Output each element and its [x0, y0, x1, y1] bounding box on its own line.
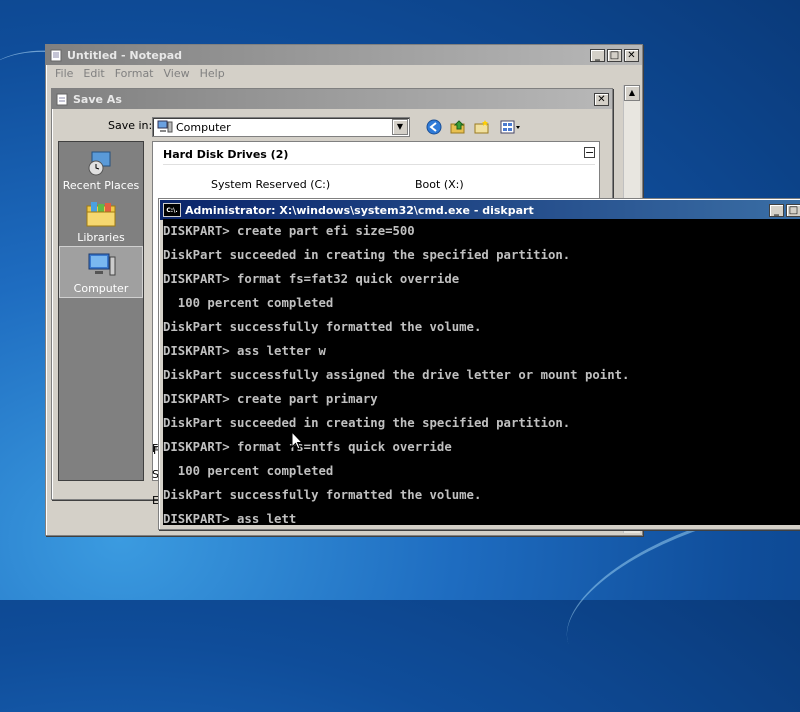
places-bar: Recent Places Libraries Computer — [58, 141, 144, 481]
maximize-button[interactable]: □ — [607, 48, 622, 62]
cmd-console[interactable]: DISKPART> create part efi size=500 DiskPa… — [163, 219, 800, 525]
new-folder-icon[interactable] — [472, 118, 492, 136]
place-label: Libraries — [77, 231, 125, 244]
console-line: 100 percent completed — [163, 296, 334, 310]
minimize-button[interactable]: _ — [769, 203, 784, 217]
notepad-titlebar[interactable]: Untitled - Notepad _ □ ✕ — [46, 45, 642, 65]
cmd-titlebar[interactable]: C:\. Administrator: X:\windows\system32\… — [160, 200, 800, 220]
console-output: DISKPART> create part efi size=500 DiskPa… — [163, 219, 800, 525]
console-line: DiskPart successfully assigned the drive… — [163, 368, 630, 382]
console-line: DISKPART> create part primary — [163, 392, 378, 406]
close-button[interactable]: ✕ — [594, 92, 609, 106]
save-as-icon — [55, 92, 69, 106]
place-label: Computer — [73, 282, 129, 295]
libraries-icon — [85, 200, 117, 231]
recent-places-icon — [86, 148, 116, 179]
minimize-button[interactable]: _ — [590, 48, 605, 62]
close-button[interactable]: ✕ — [624, 48, 639, 62]
console-line: DISKPART> ass letter w — [163, 344, 326, 358]
views-menu-icon[interactable] — [498, 118, 524, 136]
maximize-button[interactable]: □ — [786, 203, 800, 217]
back-icon[interactable] — [424, 118, 444, 136]
save-in-combo[interactable]: Computer ▼ — [152, 117, 410, 137]
console-line: DiskPart succeeded in creating the speci… — [163, 416, 571, 430]
place-recent-places[interactable]: Recent Places — [59, 142, 143, 194]
save-in-label: Save in: — [108, 119, 153, 132]
notepad-icon — [49, 48, 63, 62]
cmd-icon-text: C:\. — [166, 206, 178, 214]
console-line: DiskPart succeeded in creating the speci… — [163, 248, 571, 262]
computer-icon — [157, 120, 173, 134]
menu-view[interactable]: View — [159, 67, 195, 81]
scroll-up-arrow-icon[interactable]: ▲ — [624, 85, 640, 101]
cmd-window[interactable]: C:\. Administrator: X:\windows\system32\… — [158, 198, 800, 530]
console-line: DISKPART> format fs=ntfs quick override — [163, 440, 452, 454]
menu-help[interactable]: Help — [195, 67, 230, 81]
collapse-icon[interactable]: − — [584, 147, 595, 158]
place-computer[interactable]: Computer — [59, 246, 143, 298]
notepad-menubar: File Edit Format View Help — [46, 65, 642, 83]
save-as-titlebar[interactable]: Save As ✕ — [52, 89, 612, 109]
menu-file[interactable]: File — [50, 67, 78, 81]
mouse-cursor-icon — [291, 431, 304, 450]
console-line: 100 percent completed — [163, 464, 334, 478]
group-divider — [163, 164, 595, 165]
save-in-value: Computer — [176, 120, 231, 134]
menu-edit[interactable]: Edit — [78, 67, 109, 81]
up-folder-icon[interactable] — [448, 118, 468, 136]
place-libraries[interactable]: Libraries — [59, 194, 143, 246]
computer-icon — [85, 251, 117, 282]
save-in-row: Save in: Computer ▼ — [52, 115, 612, 137]
console-line: DISKPART> format fs=fat32 quick override — [163, 272, 460, 286]
cmd-icon: C:\. — [163, 203, 181, 217]
drive-system-reserved[interactable]: System Reserved (C:) — [211, 178, 330, 191]
menu-format[interactable]: Format — [110, 67, 159, 81]
group-header: Hard Disk Drives (2) — [163, 148, 289, 161]
console-line: DiskPart successfully formatted the volu… — [163, 488, 482, 502]
place-label: Recent Places — [62, 179, 140, 192]
console-line: DISKPART> create part efi size=500 — [163, 224, 415, 238]
drive-boot[interactable]: Boot (X:) — [415, 178, 464, 191]
console-line: DISKPART> ass lett — [163, 512, 297, 525]
console-line: DiskPart successfully formatted the volu… — [163, 320, 482, 334]
save-as-title: Save As — [73, 92, 122, 106]
cmd-title: Administrator: X:\windows\system32\cmd.e… — [185, 203, 534, 217]
notepad-title: Untitled - Notepad — [67, 48, 183, 62]
chevron-down-icon[interactable]: ▼ — [392, 119, 408, 135]
